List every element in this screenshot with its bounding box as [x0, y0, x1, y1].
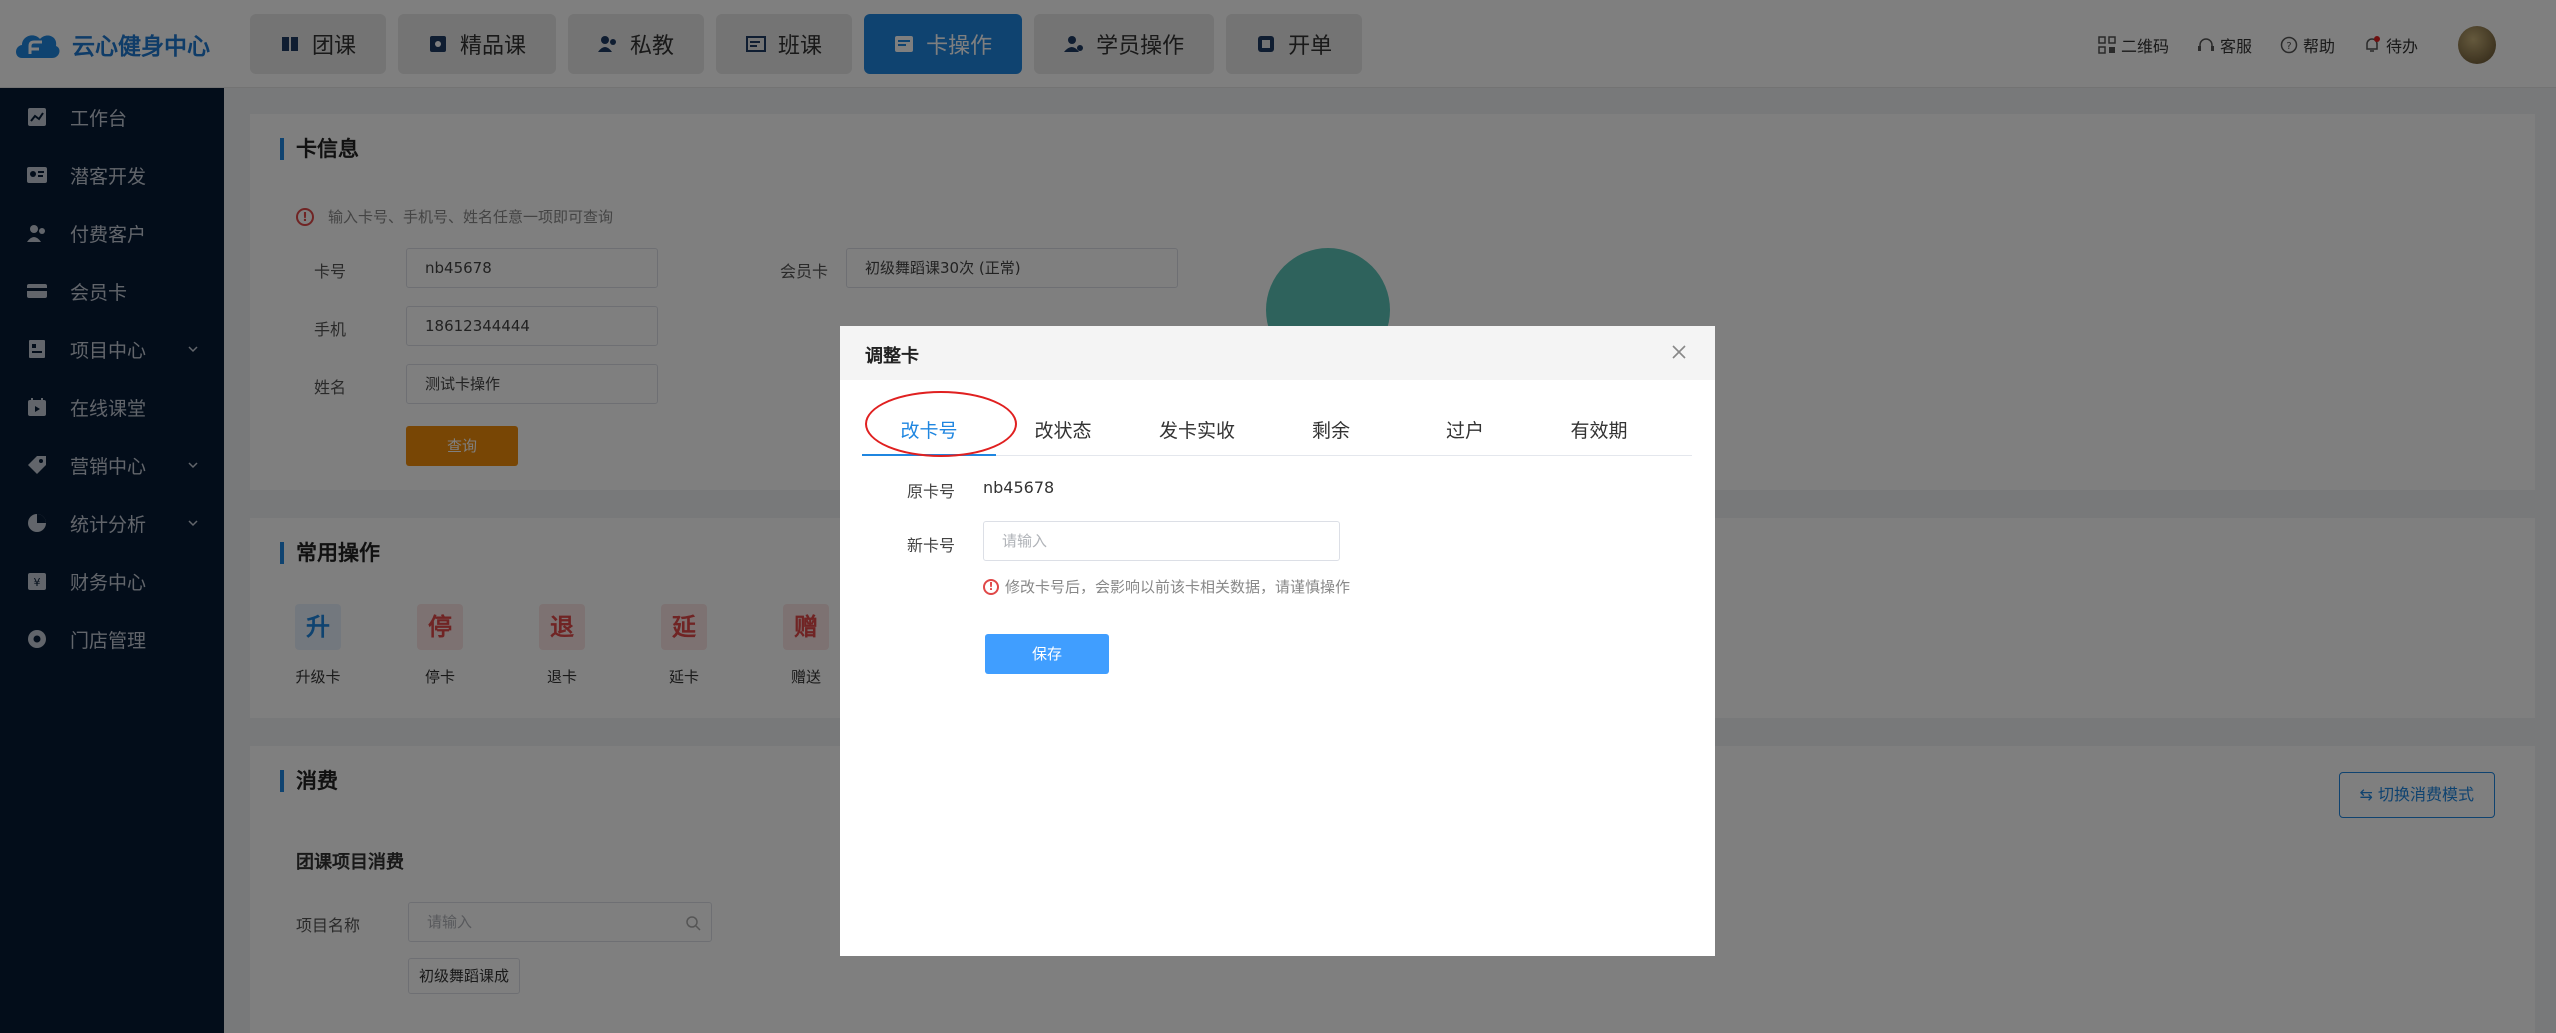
new-card-no-label: 新卡号 [907, 536, 956, 555]
adjust-card-dialog: 调整卡 改卡号 改状态 发卡实收 剩余 过户 有效期 原卡号 nb45678 新… [840, 326, 1715, 956]
dialog-title: 调整卡 [865, 346, 919, 367]
warning-icon: ! [983, 578, 999, 595]
original-card-no-value: nb45678 [983, 478, 1055, 497]
highlight-annotation [865, 391, 1017, 457]
tab-validity[interactable]: 有效期 [1532, 386, 1666, 455]
close-icon[interactable] [1669, 342, 1689, 362]
tab-transfer[interactable]: 过户 [1398, 386, 1532, 455]
tab-remaining[interactable]: 剩余 [1264, 386, 1398, 455]
warning-text: 修改卡号后，会影响以前该卡相关数据，请谨慎操作 [1005, 578, 1351, 596]
dialog-header: 调整卡 [840, 326, 1715, 380]
new-card-no-placeholder: 请输入 [1002, 532, 1048, 550]
new-card-no-input[interactable]: 请输入 [983, 521, 1340, 561]
change-card-warning: ! 修改卡号后，会影响以前该卡相关数据，请谨慎操作 [983, 576, 1350, 597]
original-card-no-label: 原卡号 [907, 482, 956, 501]
tab-card-payment[interactable]: 发卡实收 [1130, 386, 1264, 455]
save-button[interactable]: 保存 [985, 634, 1109, 674]
